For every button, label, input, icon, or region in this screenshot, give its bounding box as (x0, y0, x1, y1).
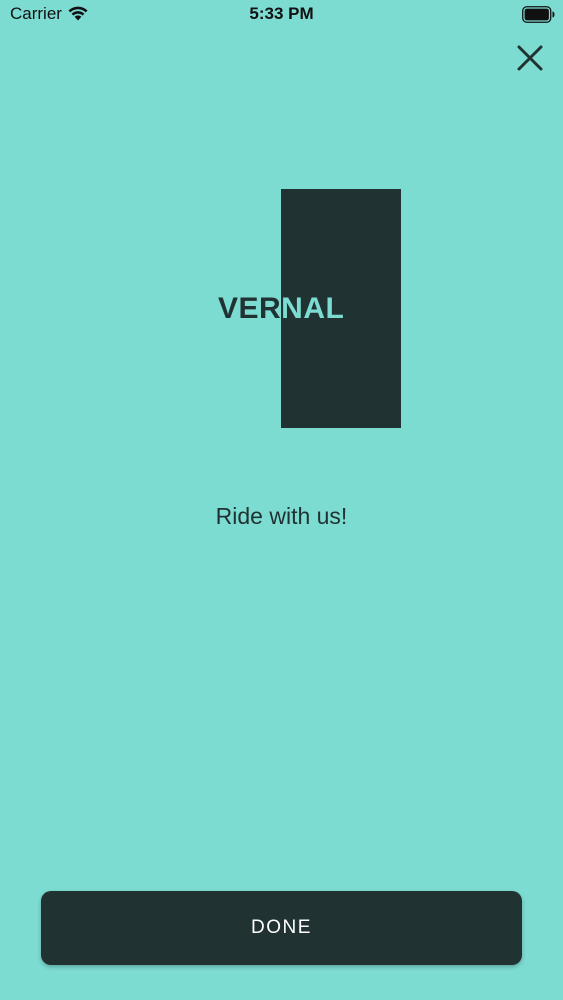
logo: VERNAL VERNAL (218, 290, 378, 330)
close-icon[interactable] (512, 40, 548, 76)
close-button[interactable] (512, 40, 548, 76)
done-button[interactable]: DONE (41, 891, 522, 965)
battery-icon (522, 6, 555, 23)
logo-text-inverted-clip: VERNAL (281, 290, 378, 330)
status-time: 5:33 PM (249, 4, 314, 23)
tagline: Ride with us! (215, 503, 348, 529)
status-bar: Carrier 5:33 PM (0, 0, 563, 30)
logo-text-inverted: VERNAL (281, 292, 345, 325)
done-button-label: DONE (251, 917, 312, 938)
